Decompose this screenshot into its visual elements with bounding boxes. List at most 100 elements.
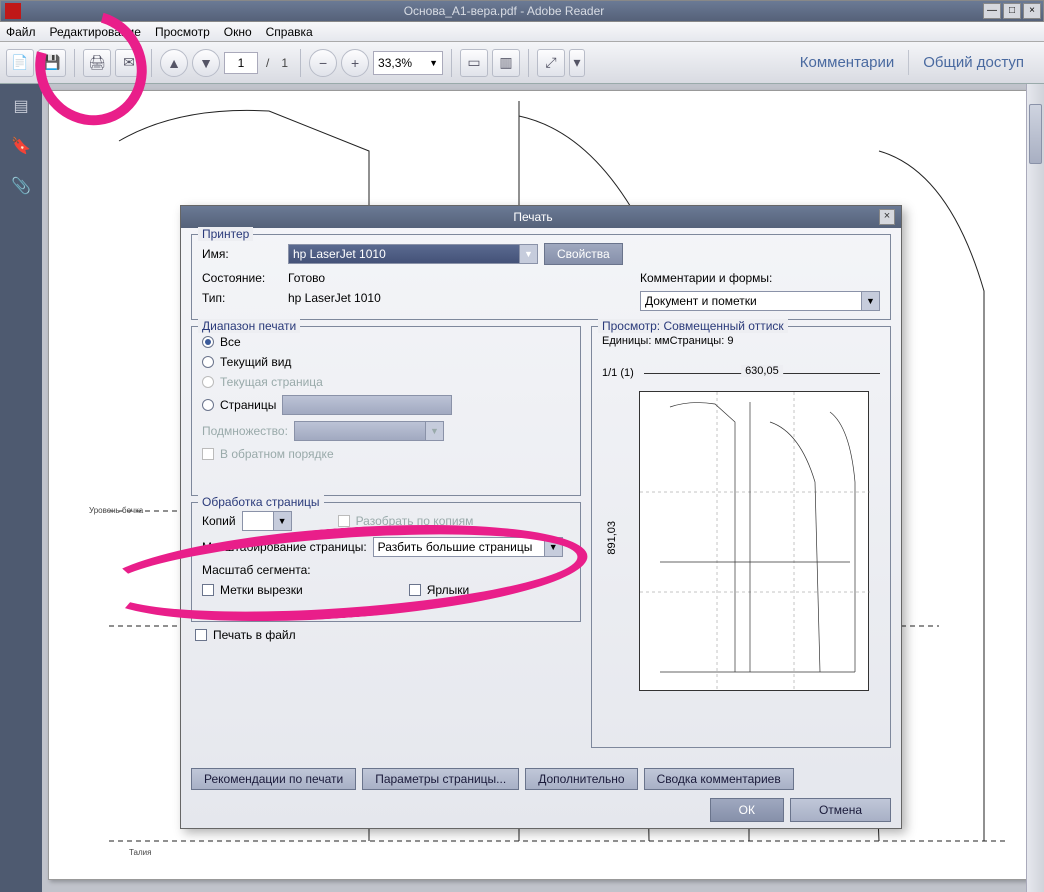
dialog-title: Печать bbox=[187, 210, 879, 224]
reverse-order-checkbox: В обратном порядке bbox=[202, 447, 334, 461]
separator bbox=[528, 49, 529, 77]
attachment-icon[interactable]: 📎 bbox=[9, 174, 33, 198]
printer-type-label: Тип: bbox=[202, 291, 282, 305]
preview-height: 891,03 bbox=[606, 521, 618, 555]
crop-marks-checkbox[interactable]: Метки вырезки bbox=[202, 583, 303, 597]
chevron-down-icon: ▼ bbox=[544, 538, 562, 556]
preview-fieldset: Просмотр: Совмещенный оттиск Единицы: мм… bbox=[591, 326, 891, 748]
menu-help[interactable]: Справка bbox=[266, 25, 313, 39]
comments-panel-button[interactable]: Комментарии bbox=[800, 54, 894, 71]
separator bbox=[151, 49, 152, 77]
print-icon[interactable]: 🖨 bbox=[83, 49, 111, 77]
page-total: 1 bbox=[281, 56, 288, 70]
printer-status-value: Готово bbox=[288, 271, 325, 285]
print-dialog: Печать × Принтер Имя: hp LaserJet 1010 ▼… bbox=[180, 205, 902, 829]
vertical-scrollbar[interactable] bbox=[1026, 84, 1044, 892]
open-icon[interactable]: 📄 bbox=[6, 49, 34, 77]
menu-edit[interactable]: Редактирование bbox=[50, 25, 141, 39]
menu-view[interactable]: Просмотр bbox=[155, 25, 210, 39]
tile-scale-label: Масштаб сегмента: bbox=[202, 563, 311, 577]
advanced-button[interactable]: Дополнительно bbox=[525, 768, 637, 790]
printer-type-value: hp LaserJet 1010 bbox=[288, 291, 381, 305]
summarize-comments-button[interactable]: Сводка комментариев bbox=[644, 768, 794, 790]
page-handling-fieldset: Обработка страницы Копий ▼ Разобрать по … bbox=[191, 502, 581, 622]
zoom-out-icon[interactable]: − bbox=[309, 49, 337, 77]
page-scaling-label: Масштабирование страницы: bbox=[202, 540, 367, 554]
chevron-down-icon: ▼ bbox=[429, 58, 438, 68]
chevron-down-icon: ▼ bbox=[273, 512, 291, 530]
printer-properties-button[interactable]: Свойства bbox=[544, 243, 623, 265]
chevron-down-icon: ▼ bbox=[519, 245, 537, 263]
page-number-input[interactable] bbox=[224, 52, 258, 74]
dialog-close-button[interactable]: × bbox=[879, 209, 895, 225]
print-range-fieldset: Диапазон печати Все Текущий вид Текущая … bbox=[191, 326, 581, 496]
printer-name-select[interactable]: hp LaserJet 1010 ▼ bbox=[288, 244, 538, 264]
page-scaling-select[interactable]: Разбить большие страницы ▼ bbox=[373, 537, 563, 557]
preview-sheet: 1/1 (1) bbox=[602, 367, 634, 379]
subset-select: ▼ bbox=[294, 421, 444, 441]
dialog-titlebar: Печать × bbox=[181, 206, 901, 228]
pages-input[interactable] bbox=[282, 395, 452, 415]
window-titlebar: Основа_А1-вера.pdf - Adobe Reader — □ × bbox=[0, 0, 1044, 22]
printer-status-label: Состояние: bbox=[202, 271, 282, 285]
fit-page-icon[interactable]: ▭ bbox=[460, 49, 488, 77]
print-to-file-checkbox[interactable]: Печать в файл bbox=[195, 628, 296, 642]
mail-icon[interactable]: ✉ bbox=[115, 49, 143, 77]
zoom-select[interactable]: 33,3% ▼ bbox=[373, 51, 443, 75]
printer-fieldset: Принтер Имя: hp LaserJet 1010 ▼ Свойства… bbox=[191, 234, 891, 320]
next-page-icon[interactable]: ▼ bbox=[192, 49, 220, 77]
window-title: Основа_А1-вера.pdf - Adobe Reader bbox=[25, 4, 983, 18]
preview-thumbnail bbox=[639, 391, 869, 691]
range-currentview-radio[interactable]: Текущий вид bbox=[202, 355, 291, 369]
preview-legend: Просмотр: Совмещенный оттиск bbox=[598, 319, 788, 333]
labels-checkbox[interactable]: Ярлыки bbox=[409, 583, 470, 597]
ok-button[interactable]: ОК bbox=[710, 798, 784, 822]
page-scaling-value: Разбить большие страницы bbox=[378, 540, 533, 554]
toolbar: 📄 💾 🖨 ✉ ▲ ▼ / 1 − + 33,3% ▼ ▭ ▥ ⤢ ▾ Комм… bbox=[0, 42, 1044, 84]
page-sep: / bbox=[266, 56, 269, 70]
printing-tips-button[interactable]: Рекомендации по печати bbox=[191, 768, 356, 790]
separator bbox=[74, 49, 75, 77]
menu-file[interactable]: Файл bbox=[6, 25, 36, 39]
bookmark-icon[interactable]: 🔖 bbox=[9, 134, 33, 158]
scrollbar-thumb[interactable] bbox=[1029, 104, 1042, 164]
chevron-down-icon: ▼ bbox=[861, 292, 879, 310]
range-all-radio[interactable]: Все bbox=[202, 335, 241, 349]
close-button[interactable]: × bbox=[1023, 3, 1041, 19]
printer-name-label: Имя: bbox=[202, 247, 282, 261]
preview-width: 630,05 bbox=[741, 365, 783, 377]
separator bbox=[451, 49, 452, 77]
app-icon bbox=[5, 3, 21, 19]
subset-label: Подмножество: bbox=[202, 424, 288, 438]
dropdown-icon[interactable]: ▾ bbox=[569, 49, 585, 77]
print-range-legend: Диапазон печати bbox=[198, 319, 300, 333]
share-panel-button[interactable]: Общий доступ bbox=[908, 50, 1038, 75]
copies-label: Копий bbox=[202, 514, 236, 528]
fit-width-icon[interactable]: ▥ bbox=[492, 49, 520, 77]
page-handling-legend: Обработка страницы bbox=[198, 495, 324, 509]
range-currentpage-radio[interactable]: Текущая страница bbox=[202, 375, 323, 389]
read-mode-icon[interactable]: ⤢ bbox=[537, 49, 565, 77]
prev-page-icon[interactable]: ▲ bbox=[160, 49, 188, 77]
comments-forms-select[interactable]: Документ и пометки ▼ bbox=[640, 291, 880, 311]
cancel-button[interactable]: Отмена bbox=[790, 798, 891, 822]
printer-legend: Принтер bbox=[198, 227, 253, 241]
save-icon[interactable]: 💾 bbox=[38, 49, 66, 77]
comments-forms-value: Документ и пометки bbox=[645, 294, 757, 308]
label-waist: Талия bbox=[129, 848, 151, 857]
preview-units: Единицы: ммСтраницы: 9 bbox=[602, 335, 880, 347]
zoom-value: 33,3% bbox=[378, 56, 412, 70]
minimize-button[interactable]: — bbox=[983, 3, 1001, 19]
page-setup-button[interactable]: Параметры страницы... bbox=[362, 768, 519, 790]
thumbnails-icon[interactable]: ▤ bbox=[9, 94, 33, 118]
sidebar: ▤ 🔖 📎 bbox=[0, 84, 42, 892]
range-pages-radio[interactable]: Страницы bbox=[202, 398, 276, 412]
maximize-button[interactable]: □ bbox=[1003, 3, 1021, 19]
comments-forms-label: Комментарии и формы: bbox=[640, 271, 772, 285]
separator bbox=[300, 49, 301, 77]
menu-window[interactable]: Окно bbox=[224, 25, 252, 39]
zoom-in-icon[interactable]: + bbox=[341, 49, 369, 77]
copies-spinner[interactable]: ▼ bbox=[242, 511, 292, 531]
chevron-down-icon: ▼ bbox=[425, 422, 443, 440]
label-level-side: Уровень бочка bbox=[89, 506, 144, 515]
